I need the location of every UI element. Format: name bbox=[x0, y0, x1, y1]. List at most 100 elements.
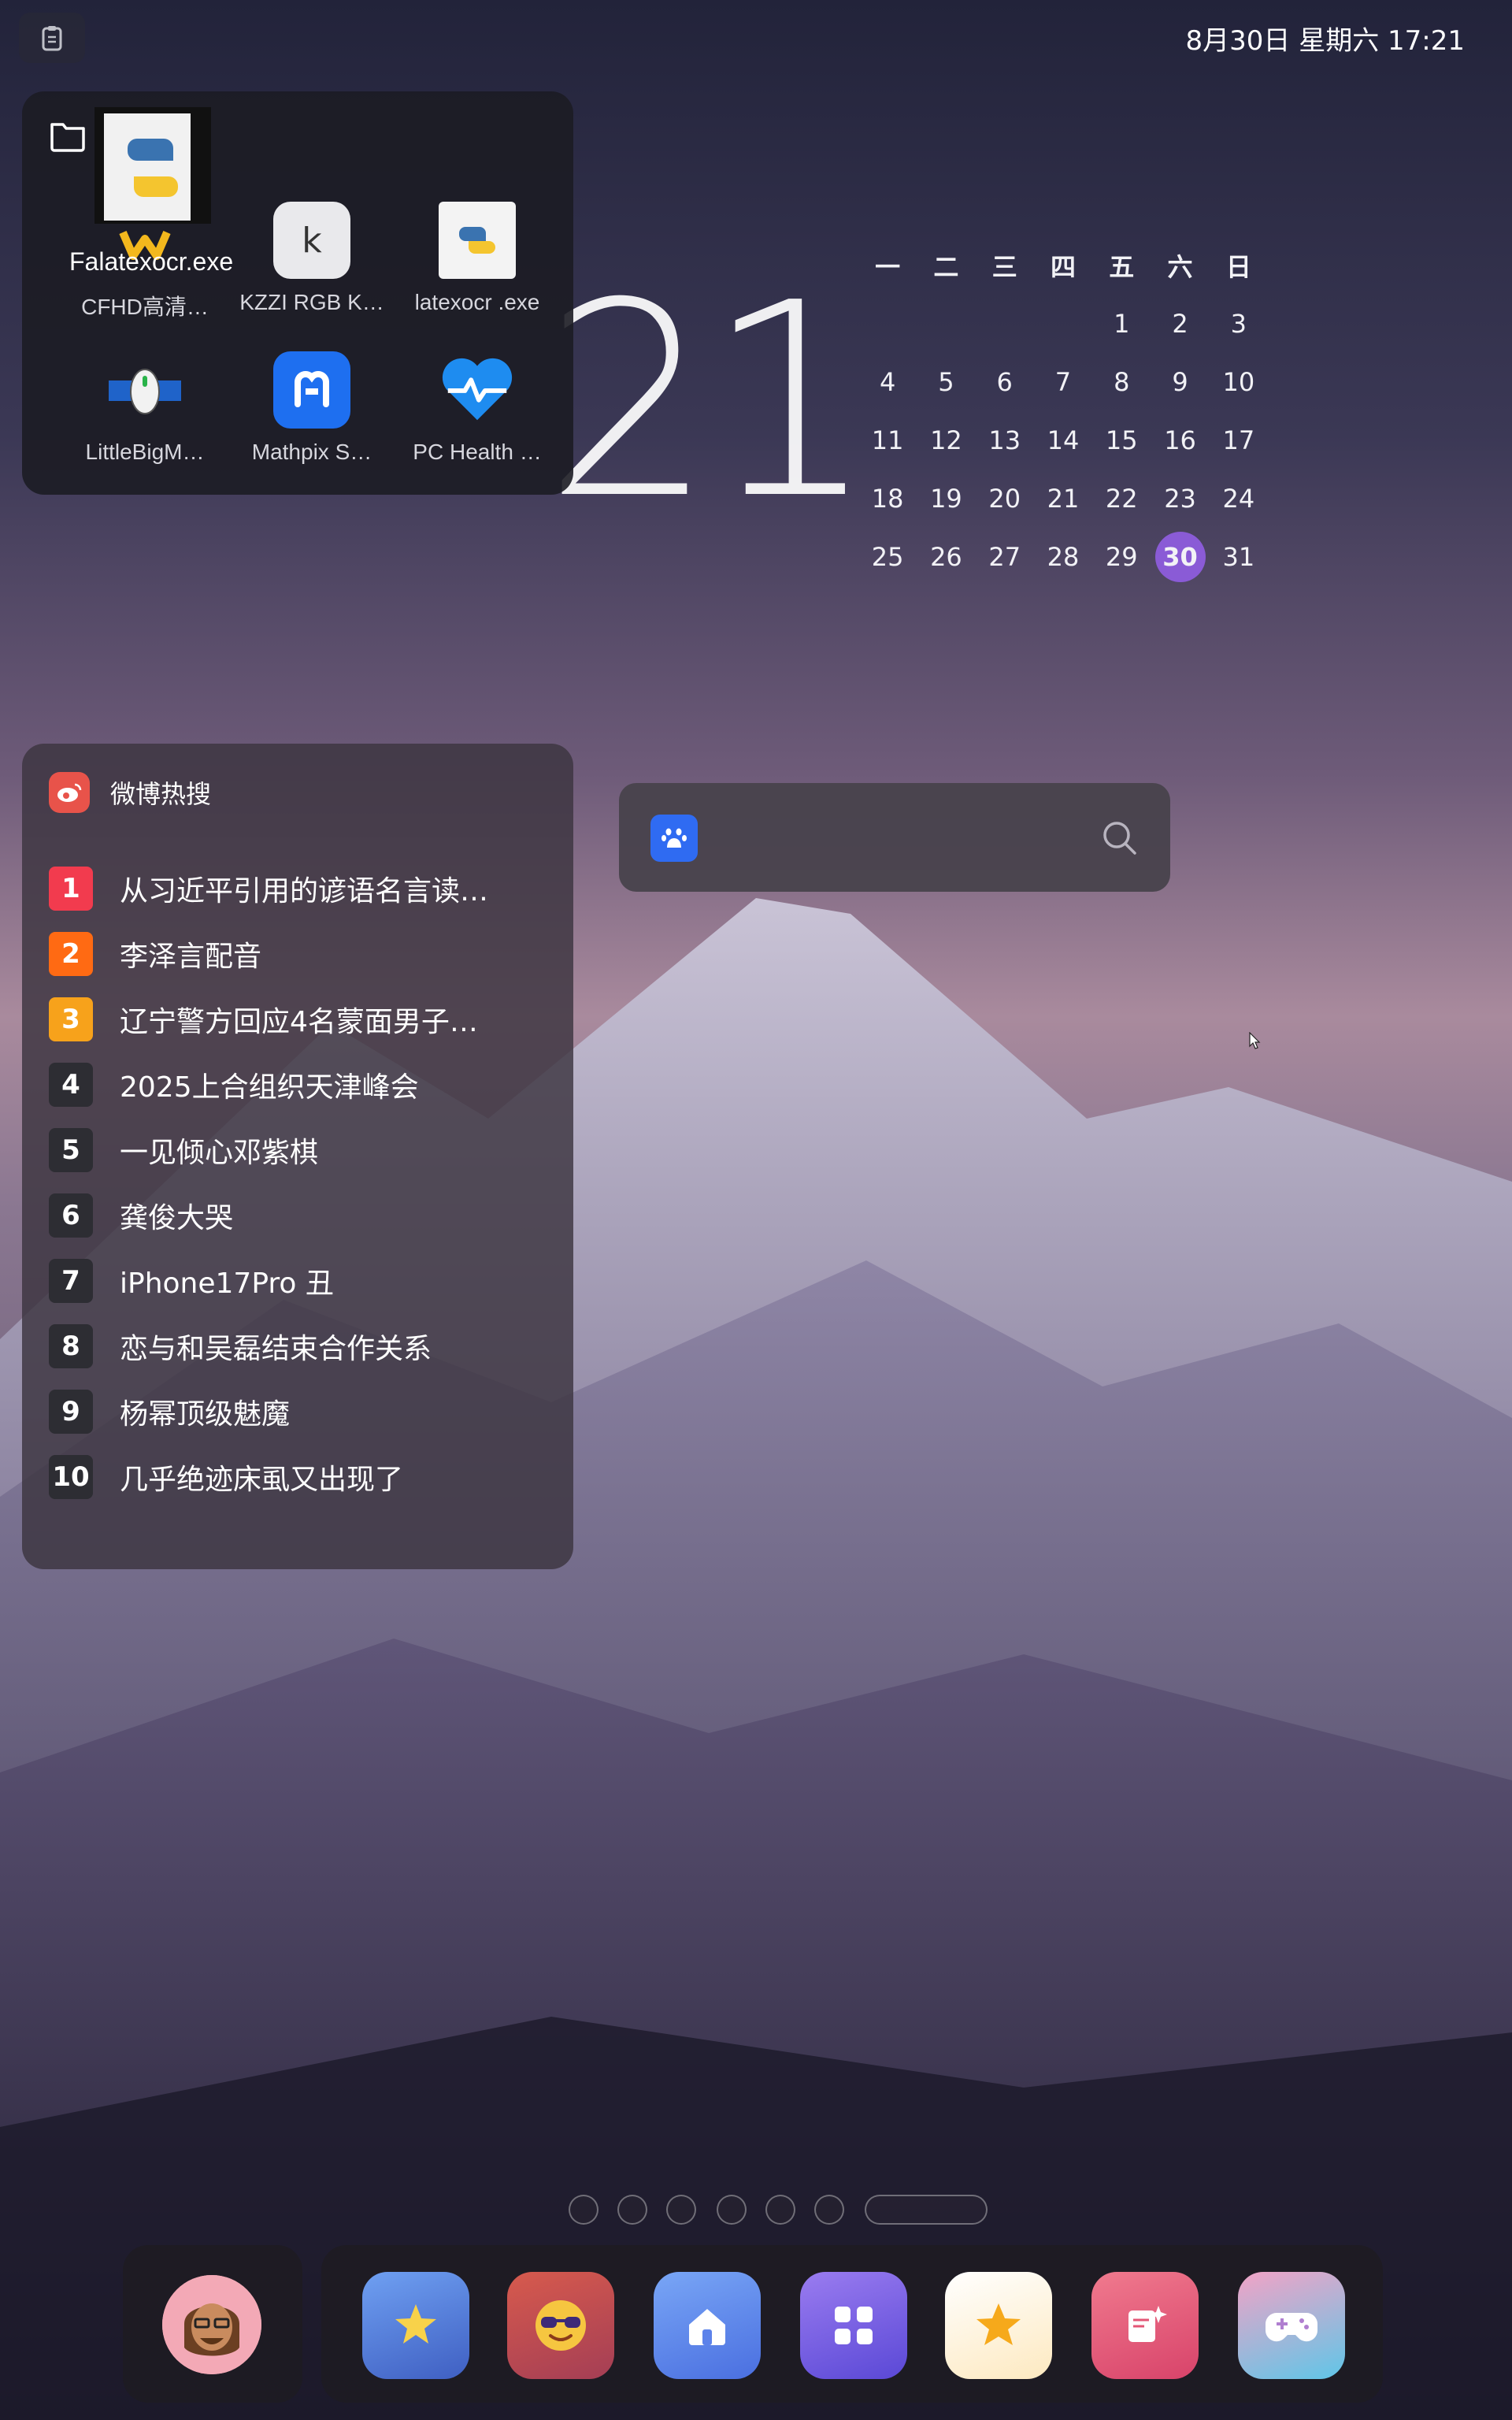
calendar-day[interactable]: 20 bbox=[976, 484, 1034, 514]
weibo-list-item[interactable]: 8 恋与和吴磊结束合作关系 bbox=[49, 1313, 561, 1379]
weibo-list-item[interactable]: 4 2025上合组织天津峰会 bbox=[49, 1052, 561, 1117]
weibo-list-item[interactable]: 6 龚俊大哭 bbox=[49, 1182, 561, 1248]
dock-profile bbox=[123, 2245, 302, 2403]
weekday: 二 bbox=[933, 252, 959, 282]
weekday: 六 bbox=[1167, 252, 1193, 282]
weekday: 日 bbox=[1225, 252, 1251, 282]
calendar-day[interactable]: 4 bbox=[858, 367, 917, 397]
calendar-week: 123 bbox=[858, 295, 1268, 353]
calendar-day[interactable]: 23 bbox=[1151, 484, 1209, 514]
calendar-day[interactable]: 1 bbox=[1092, 309, 1151, 339]
weibo-item-text: 2025上合组织天津峰会 bbox=[120, 1071, 419, 1104]
weekday: 五 bbox=[1109, 252, 1135, 282]
app-label: PC Health … bbox=[413, 440, 542, 464]
app-label: Mathpix S… bbox=[251, 440, 372, 464]
page-dot[interactable] bbox=[617, 2195, 647, 2225]
page-dot[interactable] bbox=[666, 2195, 696, 2225]
search-input[interactable] bbox=[713, 815, 1079, 863]
python-file-icon bbox=[94, 107, 211, 224]
page-dot[interactable] bbox=[814, 2195, 844, 2225]
dock-app-emoji[interactable] bbox=[507, 2272, 614, 2379]
calendar-day[interactable]: 8 bbox=[1092, 367, 1151, 397]
baidu-search-widget[interactable] bbox=[619, 783, 1170, 892]
dock-app-star-sparkle[interactable] bbox=[362, 2272, 469, 2379]
weibo-list-item[interactable]: 2 李泽言配音 bbox=[49, 921, 561, 986]
weibo-header: 微博热搜 bbox=[49, 772, 211, 813]
memoji-avatar[interactable] bbox=[162, 2275, 261, 2374]
calendar-day[interactable]: 21 bbox=[1034, 484, 1092, 514]
dock-app-games[interactable] bbox=[1238, 2272, 1345, 2379]
calendar-day[interactable]: 27 bbox=[976, 542, 1034, 572]
calendar-day[interactable]: 7 bbox=[1034, 367, 1092, 397]
search-icon[interactable] bbox=[1099, 818, 1140, 859]
edit-sparkle-icon bbox=[1128, 2306, 1167, 2342]
app-latexocr[interactable]: latexocr .exe bbox=[394, 202, 561, 315]
weibo-hot-search-widget[interactable]: 微博热搜 1 从习近平引用的谚语名言读… 2 李泽言配音 3 辽宁警方回应4名蒙面男子… 4… bbox=[22, 744, 573, 1569]
dock-app-editor[interactable] bbox=[1091, 2272, 1199, 2379]
weibo-item-text: 杨幂顶级魅魔 bbox=[120, 1397, 291, 1431]
weibo-list-item[interactable]: 7 iPhone17Pro 丑 bbox=[49, 1248, 561, 1313]
weibo-title: 微博热搜 bbox=[110, 779, 212, 809]
calendar-day[interactable]: 14 bbox=[1034, 425, 1092, 455]
calendar-day[interactable]: 3 bbox=[1210, 309, 1268, 339]
weibo-list-item[interactable]: 9 杨幂顶级魅魔 bbox=[49, 1379, 561, 1444]
dock-app-home[interactable] bbox=[654, 2272, 761, 2379]
calendar-week: 4 5 6 7 8 9 10 bbox=[858, 353, 1268, 411]
grid-apps-icon bbox=[835, 2307, 873, 2344]
calendar-day[interactable]: 22 bbox=[1092, 484, 1151, 514]
calendar-day[interactable]: 25 bbox=[858, 542, 917, 572]
clipboard-button[interactable] bbox=[19, 13, 85, 63]
calendar-days: 1 2 3 4 5 6 7 8 9 10 11 12 13 14 15 16 17 18 19 20 21 22 23 24 2… bbox=[858, 295, 1268, 586]
app-folder-widget[interactable]: CFHD高清… k KZZI RGB K… latexocr .exe Litt… bbox=[22, 91, 573, 495]
page-dot[interactable] bbox=[569, 2195, 598, 2225]
dragged-file-label: Falatexocr.exe bbox=[69, 247, 234, 276]
calendar-day[interactable]: 10 bbox=[1210, 367, 1268, 397]
weibo-list-item[interactable]: 3 辽宁警方回应4名蒙面男子… bbox=[49, 986, 561, 1052]
star-icon bbox=[976, 2303, 1021, 2345]
calendar-day[interactable]: 18 bbox=[858, 484, 917, 514]
app-label: LittleBigM… bbox=[85, 440, 205, 464]
weibo-list: 1 从习近平引用的谚语名言读… 2 李泽言配音 3 辽宁警方回应4名蒙面男子… 4 2025上… bbox=[49, 856, 561, 1509]
calendar-day[interactable]: 29 bbox=[1092, 542, 1151, 572]
weibo-rank-badge: 5 bbox=[49, 1127, 93, 1172]
star-sparkle-icon bbox=[395, 2304, 436, 2344]
calendar-day[interactable]: 16 bbox=[1151, 425, 1209, 455]
weibo-rank-badge: 6 bbox=[49, 1193, 93, 1238]
calendar-day[interactable]: 2 bbox=[1151, 309, 1209, 339]
weibo-list-item[interactable]: 1 从习近平引用的谚语名言读… bbox=[49, 856, 561, 921]
calendar-week: 11 12 13 14 15 16 17 bbox=[858, 411, 1268, 470]
app-littlebigmouse[interactable]: LittleBigM… bbox=[61, 351, 228, 465]
app-pc-health[interactable]: PC Health … bbox=[394, 351, 561, 465]
calendar-day[interactable]: 31 bbox=[1210, 542, 1268, 572]
calendar-day-today[interactable]: 30 bbox=[1151, 532, 1209, 582]
dragged-file[interactable] bbox=[90, 102, 241, 228]
weekday: 一 bbox=[875, 252, 901, 282]
dock-app-favorites[interactable] bbox=[945, 2272, 1052, 2379]
calendar-day[interactable]: 6 bbox=[976, 367, 1034, 397]
mouse-cursor-icon bbox=[1249, 1032, 1261, 1049]
calendar-day[interactable]: 9 bbox=[1151, 367, 1209, 397]
weibo-list-item[interactable]: 10 几乎绝迹床虱又出现了 bbox=[49, 1444, 561, 1509]
weibo-rank-badge: 10 bbox=[49, 1454, 93, 1499]
heart-pulse-icon bbox=[439, 351, 516, 429]
calendar-day[interactable]: 11 bbox=[858, 425, 917, 455]
calendar-day[interactable]: 13 bbox=[976, 425, 1034, 455]
big-clock: 21 bbox=[543, 246, 876, 558]
calendar-day[interactable]: 12 bbox=[917, 425, 975, 455]
calendar-day[interactable]: 5 bbox=[917, 367, 975, 397]
calendar-day[interactable]: 24 bbox=[1210, 484, 1268, 514]
weibo-item-text: 恋与和吴磊结束合作关系 bbox=[120, 1332, 432, 1365]
calendar-day[interactable]: 28 bbox=[1034, 542, 1092, 572]
weibo-list-item[interactable]: 5 一见倾心邓紫棋 bbox=[49, 1117, 561, 1182]
page-dot[interactable] bbox=[717, 2195, 747, 2225]
calendar-day[interactable]: 17 bbox=[1210, 425, 1268, 455]
page-dot[interactable] bbox=[765, 2195, 795, 2225]
page-dot-active[interactable] bbox=[865, 2195, 988, 2225]
dock-app-grid[interactable] bbox=[800, 2272, 907, 2379]
app-kzzi[interactable]: k KZZI RGB K… bbox=[228, 202, 395, 315]
app-mathpix[interactable]: Mathpix S… bbox=[228, 351, 395, 465]
calendar-day[interactable]: 15 bbox=[1092, 425, 1151, 455]
calendar-day[interactable]: 19 bbox=[917, 484, 975, 514]
status-datetime: 8月30日 星期六 17:21 bbox=[1185, 25, 1466, 57]
calendar-day[interactable]: 26 bbox=[917, 542, 975, 572]
